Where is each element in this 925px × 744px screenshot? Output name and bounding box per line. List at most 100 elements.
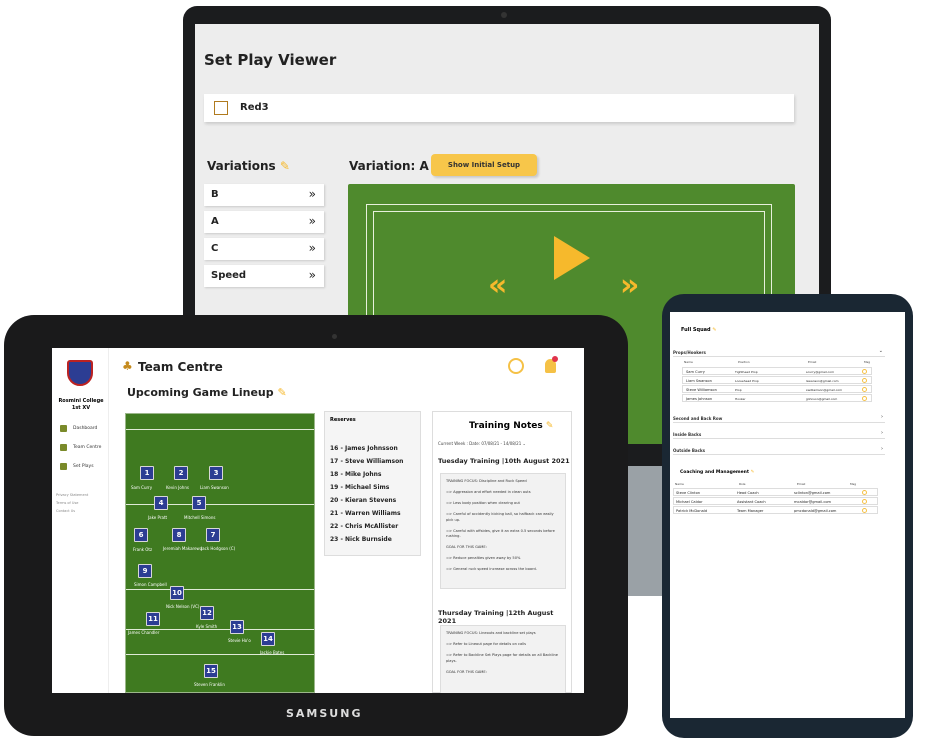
focus-text: TRAINING FOCUS: Lineouts and backline se… — [446, 631, 536, 635]
player-jersey[interactable]: 12 — [200, 606, 214, 620]
message-icon[interactable] — [862, 378, 867, 383]
player-jersey[interactable]: 9 — [138, 564, 152, 578]
fast-forward-icon[interactable]: » — [620, 268, 639, 303]
player-jersey[interactable]: 13 — [230, 620, 244, 634]
team-icon — [60, 444, 67, 451]
column-header: Msg — [864, 360, 871, 364]
edit-pencil-icon[interactable]: ✎ — [751, 470, 755, 475]
player-name: Jack Hodgson (C) — [201, 546, 236, 551]
squad-title: Full Squad ✎ — [681, 327, 717, 333]
variation-item-c[interactable]: C» — [204, 238, 324, 260]
player-jersey[interactable]: 3 — [209, 466, 223, 480]
training-notes-panel: Training Notes ✎ Current Week : Date: 07… — [432, 411, 572, 693]
player-jersey[interactable]: 7 — [206, 528, 220, 542]
section-props-hookers[interactable]: Props/Hookers ⌄ — [673, 348, 885, 357]
player-name: Liam Swanson — [200, 485, 229, 490]
player-name: Simon Campbell — [134, 582, 167, 587]
table-row: Patrick McDonald Team Manager pmcdonald@gm… — [673, 506, 878, 514]
table-row: James Johnson Hooker jjohnson@gmail.com — [682, 394, 872, 402]
sidebar: Rosmini College 1st XV Dashboard Team Ce… — [52, 348, 109, 693]
chevron-right-icon: › — [881, 430, 883, 436]
message-icon[interactable] — [862, 490, 867, 495]
row-email: scurry@gmail.com — [806, 370, 834, 374]
week-selector[interactable]: Current Week : Date: 07/08/21 - 14/08/21… — [438, 441, 526, 446]
show-initial-setup-button[interactable]: Show Initial Setup — [431, 154, 537, 176]
player-jersey[interactable]: 2 — [174, 466, 188, 480]
notes-title: Training Notes ✎ — [469, 421, 554, 431]
edit-pencil-icon[interactable]: ✎ — [280, 159, 290, 173]
reserve-item: 23 - Nick Burnside — [330, 536, 392, 543]
section-outside-backs[interactable]: Outside Backs › — [673, 446, 885, 455]
note-item: => Aggression and effort needed in clean… — [446, 490, 531, 494]
tablet-device: Rosmini College 1st XV Dashboard Team Ce… — [4, 315, 628, 736]
play-selector[interactable]: Red3 — [204, 94, 794, 122]
player-jersey[interactable]: 4 — [154, 496, 168, 510]
goal-item: => General ruck speed increase across th… — [446, 567, 537, 571]
chevron-right-icon: › — [881, 446, 883, 452]
player-name: Kyle Smith — [196, 624, 218, 629]
play-icon[interactable] — [554, 236, 590, 280]
row-role: Head Coach — [737, 491, 759, 495]
player-jersey[interactable]: 10 — [170, 586, 184, 600]
contact-link[interactable]: Contact Us — [56, 507, 88, 515]
column-header: Role — [739, 482, 746, 486]
row-role: Assistant Coach — [737, 500, 766, 504]
column-header: Email — [808, 360, 817, 364]
message-icon[interactable] — [862, 396, 867, 401]
table-row: Sam Curry Tighthead Prop scurry@gmail.com — [682, 367, 872, 375]
note-item: => Less body position when clearing out — [446, 501, 520, 505]
player-jersey[interactable]: 6 — [134, 528, 148, 542]
edit-pencil-icon[interactable]: ✎ — [712, 327, 716, 333]
table-row: Michael Caldor Assistant Coach mcaldor@gma… — [673, 497, 878, 505]
edit-pencil-icon[interactable]: ✎ — [277, 386, 286, 399]
sidebar-item-team-centre[interactable]: Team Centre — [60, 444, 101, 451]
privacy-link[interactable]: Privacy Statement — [56, 491, 88, 499]
player-name: Frank Otz — [133, 547, 153, 552]
player-jersey[interactable]: 8 — [172, 528, 186, 542]
reserve-item: 17 - Steve Williamson — [330, 458, 404, 465]
variation-item-speed[interactable]: Speed» — [204, 265, 324, 287]
player-name: Sam Curry — [131, 485, 153, 490]
variation-item-a[interactable]: A» — [204, 211, 324, 233]
rewind-icon[interactable]: « — [488, 268, 507, 303]
row-name: Sam Curry — [686, 370, 705, 374]
chevron-right-icon: » — [308, 268, 316, 282]
player-jersey[interactable]: 1 — [140, 466, 154, 480]
section-second-back-row[interactable]: Second and Back Row › — [673, 414, 885, 423]
team-centre-icon: ♣ — [122, 359, 133, 373]
player-name: Jeremiah Makarewa — [163, 546, 203, 551]
row-email: swilliamson@gmail.com — [806, 388, 843, 392]
variation-item-b[interactable]: B» — [204, 184, 324, 206]
note-item: => Careful of accidently kicking ball, s… — [446, 512, 554, 522]
player-name: Jake Pratt — [148, 515, 168, 520]
goal-item: => Reduce penalties given away by 50% — [446, 556, 521, 560]
chevron-right-icon: › — [881, 414, 883, 420]
terms-link[interactable]: Terms of Use — [56, 499, 88, 507]
message-icon[interactable] — [862, 508, 867, 513]
player-jersey[interactable]: 11 — [146, 612, 160, 626]
chevron-right-icon: » — [308, 241, 316, 255]
focus-text: TRAINING FOCUS: Discipline and Ruck Spee… — [446, 479, 527, 483]
column-header: Position — [738, 360, 750, 364]
reserve-item: 20 - Kieran Stevens — [330, 497, 397, 504]
tablet-camera — [332, 334, 337, 339]
player-name: Kevin Johns — [166, 485, 189, 490]
sidebar-item-set-plays[interactable]: Set Plays — [60, 463, 94, 470]
column-header: Email — [797, 482, 806, 486]
player-name: Mitchell Simons — [184, 515, 216, 520]
message-icon[interactable] — [862, 499, 867, 504]
reserve-item: 16 - James Johnsson — [330, 445, 398, 452]
edit-pencil-icon[interactable]: ✎ — [546, 421, 554, 431]
section-inside-backs[interactable]: Inside Backs › — [673, 430, 885, 439]
row-name: Michael Caldor — [676, 500, 703, 504]
chat-icon[interactable] — [508, 358, 524, 374]
message-icon[interactable] — [862, 387, 867, 392]
row-position: Prop — [735, 388, 742, 392]
tablet-screen: Rosmini College 1st XV Dashboard Team Ce… — [52, 348, 584, 693]
player-jersey[interactable]: 5 — [192, 496, 206, 510]
variation-header: Variation: A — [349, 159, 429, 173]
message-icon[interactable] — [862, 369, 867, 374]
player-jersey[interactable]: 14 — [261, 632, 275, 646]
sidebar-item-dashboard[interactable]: Dashboard — [60, 425, 97, 432]
player-jersey[interactable]: 15 — [204, 664, 218, 678]
